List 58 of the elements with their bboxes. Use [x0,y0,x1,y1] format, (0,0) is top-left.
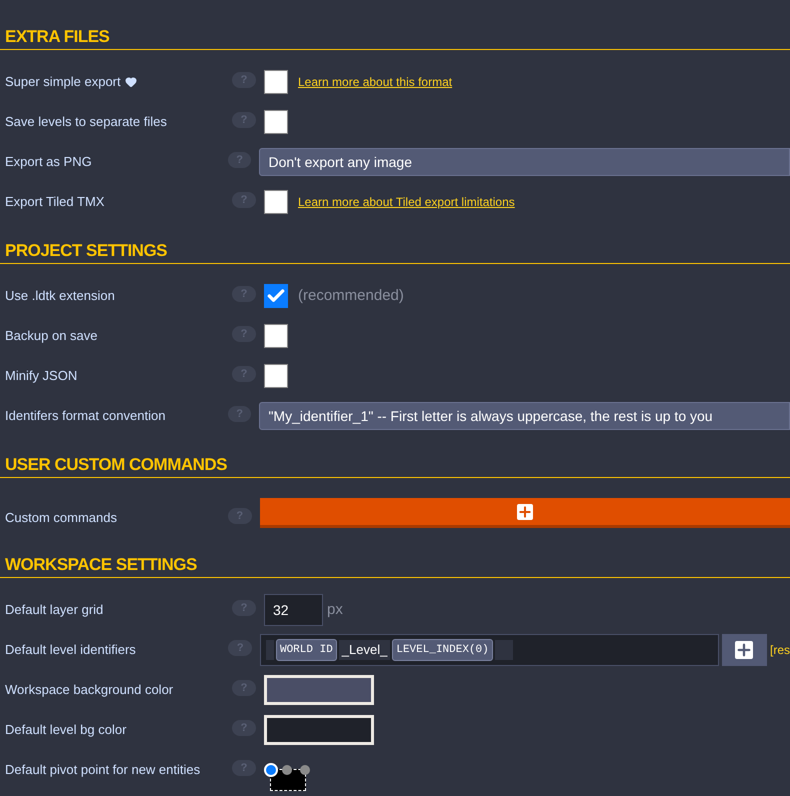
section-header: PROJECT SETTINGS [0,238,790,264]
number-field[interactable]: 32 [264,594,323,626]
setting-label: Export Tiled TMX [5,193,104,211]
setting-label: Use .ldtk extension [5,287,115,305]
setting-label: Identifers format convention [5,407,166,425]
help-badge[interactable]: ? [232,366,256,382]
checkbox[interactable] [264,70,288,94]
learn-more-link[interactable]: Learn more about Tiled export limitations [298,193,515,211]
identifier-token[interactable]: LEVEL_INDEX(0) [392,639,493,661]
help-badge[interactable]: ? [232,760,256,776]
setting-label: Backup on save [5,327,98,345]
help-badge[interactable]: ? [228,640,252,656]
setting-label: Default pivot point for new entities [5,761,200,779]
help-badge[interactable]: ? [228,406,252,422]
help-badge[interactable]: ? [232,286,256,302]
plus-icon [516,504,533,520]
help-badge[interactable]: ? [232,720,256,736]
setting-label: Custom commands [5,509,117,527]
pivot-point[interactable] [264,763,278,777]
identifier-text: _Level_ [338,640,390,660]
help-badge[interactable]: ? [232,600,256,616]
help-badge[interactable]: ? [232,192,256,208]
help-badge[interactable]: ? [232,112,256,128]
learn-more-link[interactable]: Learn more about this format [298,73,452,91]
select-dropdown[interactable]: "My_identifier_1" -- First letter is always uppercase, the rest is up to you [259,402,790,430]
setting-label: Default level bg color [5,721,126,739]
section-header: USER CUSTOM COMMANDS [0,452,790,478]
recommended-note: (recommended) [298,286,404,306]
help-badge[interactable]: ? [232,680,256,696]
checkbox[interactable] [264,364,288,388]
select-dropdown[interactable]: Don't export any image [259,148,790,176]
checkbox[interactable] [264,190,288,214]
add-button[interactable] [722,634,767,666]
identifier-field[interactable]: WORLD ID _Level_ LEVEL_INDEX(0) [260,634,719,666]
checkbox[interactable] [264,324,288,348]
reset-link[interactable]: [res [770,641,790,659]
plus-icon [735,641,754,659]
help-badge[interactable]: ? [232,326,256,342]
setting-label: Minify JSON [5,367,78,385]
help-badge[interactable]: ? [228,152,252,168]
setting-label: Default layer grid [5,601,104,619]
section-header: EXTRA FILES [0,24,790,50]
setting-label: Default level identifiers [5,641,136,659]
checkbox[interactable] [264,284,288,308]
checkbox[interactable] [264,110,288,134]
unit-label: px [327,600,343,620]
help-badge[interactable]: ? [232,72,256,88]
setting-label: Workspace background color [5,681,174,699]
section-header: WORKSPACE SETTINGS [0,552,790,578]
pivot-point[interactable] [300,765,310,775]
setting-label: Export as PNG [5,153,92,171]
pivot-point[interactable] [282,765,292,775]
help-badge[interactable]: ? [228,508,252,524]
setting-label: Save levels to separate files [5,113,167,131]
color-swatch[interactable] [264,675,374,705]
color-swatch[interactable] [264,715,374,745]
identifier-token[interactable]: WORLD ID [276,639,337,661]
setting-label: Super simple export [5,73,121,91]
